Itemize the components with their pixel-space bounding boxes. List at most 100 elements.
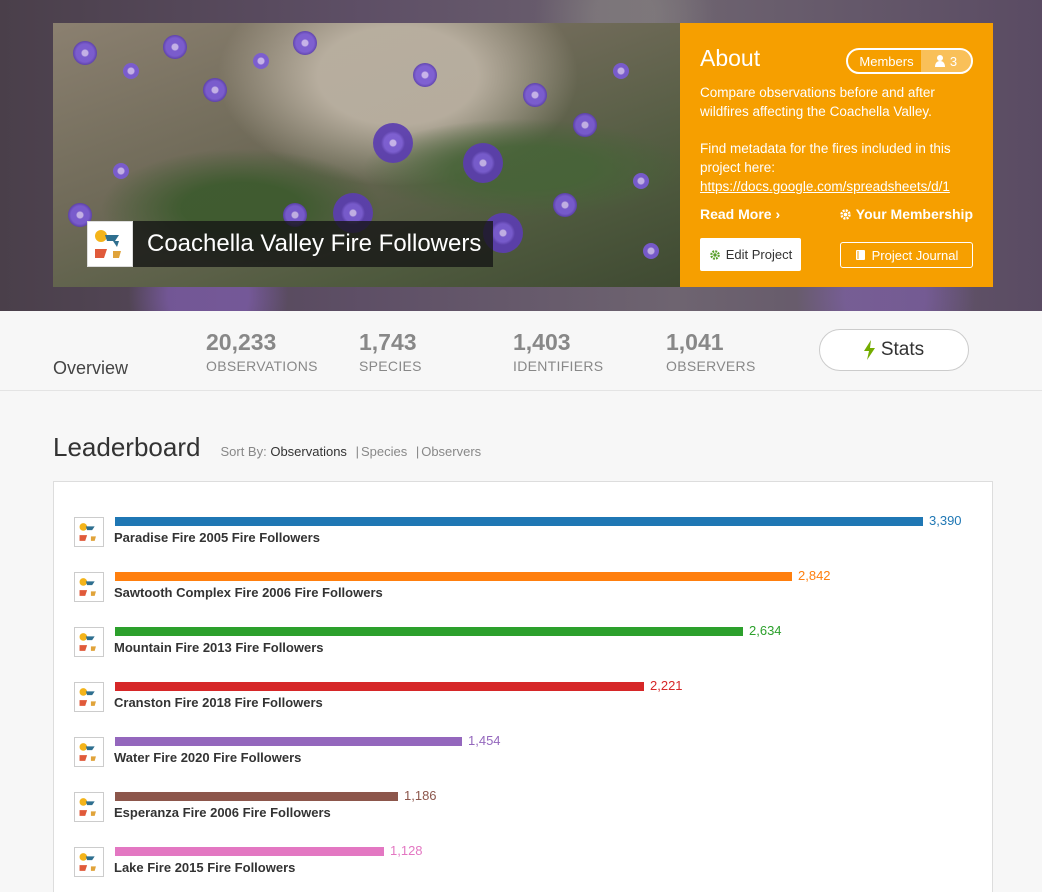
flower-shape bbox=[633, 173, 649, 189]
project-logo-icon bbox=[74, 792, 104, 822]
bar bbox=[115, 517, 923, 526]
sort-separator: | bbox=[415, 444, 420, 459]
leaderboard-header: Leaderboard Sort By: Observations | Speci… bbox=[53, 432, 481, 463]
bar-value-label: 2,221 bbox=[650, 678, 683, 693]
bar-category-label[interactable]: Mountain Fire 2013 Fire Followers bbox=[114, 640, 324, 655]
about-title: About bbox=[700, 45, 761, 71]
book-icon bbox=[855, 250, 865, 260]
bar bbox=[115, 792, 398, 801]
stat-label: OBSERVATIONS bbox=[206, 358, 318, 374]
leaderboard-row[interactable]: 2,634 Mountain Fire 2013 Fire Followers bbox=[74, 623, 974, 667]
flower-shape bbox=[553, 193, 577, 217]
flower-shape bbox=[163, 35, 187, 59]
stat-value: 1,041 bbox=[666, 329, 724, 355]
bar bbox=[115, 572, 792, 581]
bar-category-label[interactable]: Lake Fire 2015 Fire Followers bbox=[114, 860, 295, 875]
user-icon bbox=[934, 55, 945, 67]
members-count-badge: 3 bbox=[921, 50, 971, 72]
bar bbox=[115, 847, 384, 856]
flower-shape bbox=[413, 63, 437, 87]
flower-shape bbox=[643, 243, 659, 259]
flower-shape bbox=[203, 78, 227, 102]
project-logo-icon bbox=[74, 682, 104, 712]
sort-observations[interactable]: Observations bbox=[270, 444, 347, 459]
project-title-banner: Coachella Valley Fire Followers bbox=[87, 221, 493, 267]
lightning-icon bbox=[863, 340, 875, 360]
bar bbox=[115, 627, 743, 636]
edit-project-button[interactable]: Edit Project bbox=[700, 238, 801, 271]
read-more-label: Read More bbox=[700, 206, 772, 222]
flower-shape bbox=[113, 163, 129, 179]
project-title: Coachella Valley Fire Followers bbox=[147, 230, 482, 257]
sort-species[interactable]: Species bbox=[361, 444, 407, 459]
stat-value: 1,403 bbox=[513, 329, 571, 355]
leaderboard-row[interactable]: 2,842 Sawtooth Complex Fire 2006 Fire Fol… bbox=[74, 568, 974, 612]
members-button[interactable]: Members 3 bbox=[846, 48, 973, 74]
flower-shape bbox=[73, 41, 97, 65]
gear-icon bbox=[709, 249, 720, 260]
flower-shape bbox=[613, 63, 629, 79]
sort-by-controls: Sort By: Observations | Species | Observer… bbox=[220, 444, 481, 459]
stat-label: IDENTIFIERS bbox=[513, 358, 604, 374]
leaderboard-row[interactable]: 1,186 Esperanza Fire 2006 Fire Followers bbox=[74, 788, 974, 832]
stat-value: 1,743 bbox=[359, 329, 417, 355]
bar-category-label[interactable]: Esperanza Fire 2006 Fire Followers bbox=[114, 805, 331, 820]
your-membership-link[interactable]: Your Membership bbox=[839, 206, 973, 222]
members-label: Members bbox=[859, 53, 914, 69]
bar-category-label[interactable]: Paradise Fire 2005 Fire Followers bbox=[114, 530, 320, 545]
leaderboard-row[interactable]: 1,454 Water Fire 2020 Fire Followers bbox=[74, 733, 974, 777]
stats-button[interactable]: Stats bbox=[819, 329, 969, 371]
bar-category-label[interactable]: Water Fire 2020 Fire Followers bbox=[114, 750, 301, 765]
stat-label: SPECIES bbox=[359, 358, 422, 374]
bar-value-label: 3,390 bbox=[929, 513, 962, 528]
bar-value-label: 1,186 bbox=[404, 788, 437, 803]
bar bbox=[115, 682, 644, 691]
flower-shape bbox=[523, 83, 547, 107]
stat-value: 20,233 bbox=[206, 329, 277, 355]
project-logo-icon bbox=[87, 221, 133, 267]
read-more-link[interactable]: Read More › bbox=[700, 206, 780, 222]
leaderboard-row[interactable]: 2,221 Cranston Fire 2018 Fire Followers bbox=[74, 678, 974, 722]
bar-value-label: 2,842 bbox=[798, 568, 831, 583]
members-count: 3 bbox=[949, 53, 958, 69]
project-logo-icon bbox=[74, 737, 104, 767]
stat-label: OBSERVERS bbox=[666, 358, 756, 374]
leaderboard-title: Leaderboard bbox=[53, 432, 201, 462]
bar-value-label: 2,634 bbox=[749, 623, 782, 638]
project-logo-icon bbox=[74, 517, 104, 547]
about-panel: About Members 3 Compare observations bef… bbox=[680, 23, 993, 287]
project-logo-icon bbox=[74, 847, 104, 877]
project-logo-icon bbox=[74, 572, 104, 602]
flower-shape bbox=[293, 31, 317, 55]
edit-project-label: Edit Project bbox=[725, 247, 793, 262]
your-membership-label: Your Membership bbox=[855, 206, 973, 222]
flower-shape bbox=[123, 63, 139, 79]
leaderboard-row[interactable]: 1,128 Lake Fire 2015 Fire Followers bbox=[74, 843, 974, 887]
project-logo-icon bbox=[74, 627, 104, 657]
project-journal-label: Project Journal bbox=[871, 247, 959, 263]
about-description-text: Compare observations before and after wi… bbox=[700, 85, 935, 119]
stats-button-label: Stats bbox=[880, 339, 925, 360]
bar-value-label: 1,128 bbox=[390, 843, 423, 858]
stat-species[interactable]: 1,743 SPECIES bbox=[359, 329, 422, 374]
leaderboard-row[interactable]: 3,390 Paradise Fire 2005 Fire Followers bbox=[74, 513, 974, 557]
flower-shape bbox=[463, 143, 503, 183]
sort-observers[interactable]: Observers bbox=[421, 444, 481, 459]
about-description: Compare observations before and after wi… bbox=[700, 83, 980, 196]
tab-overview[interactable]: Overview bbox=[53, 358, 128, 379]
flower-shape bbox=[573, 113, 597, 137]
stats-bar: Overview 20,233 OBSERVATIONS 1,743 SPECI… bbox=[0, 311, 1042, 391]
sort-separator: | bbox=[355, 444, 359, 459]
chevron-right-icon: › bbox=[775, 206, 781, 222]
bar-category-label[interactable]: Cranston Fire 2018 Fire Followers bbox=[114, 695, 323, 710]
gear-icon bbox=[840, 208, 851, 220]
stat-observations[interactable]: 20,233 OBSERVATIONS bbox=[206, 329, 318, 374]
spreadsheet-link[interactable]: https://docs.google.com/spreadsheets/d/1 bbox=[700, 179, 950, 194]
leaderboard-chart: 3,390 Paradise Fire 2005 Fire Followers 2,… bbox=[53, 481, 993, 892]
bar-value-label: 1,454 bbox=[468, 733, 501, 748]
project-journal-button[interactable]: Project Journal bbox=[840, 242, 973, 268]
bar-category-label[interactable]: Sawtooth Complex Fire 2006 Fire Follower… bbox=[114, 585, 383, 600]
about-metadata-text: Find metadata for the fires included in … bbox=[700, 141, 951, 175]
stat-observers[interactable]: 1,041 OBSERVERS bbox=[666, 329, 756, 374]
stat-identifiers[interactable]: 1,403 IDENTIFIERS bbox=[513, 329, 603, 374]
